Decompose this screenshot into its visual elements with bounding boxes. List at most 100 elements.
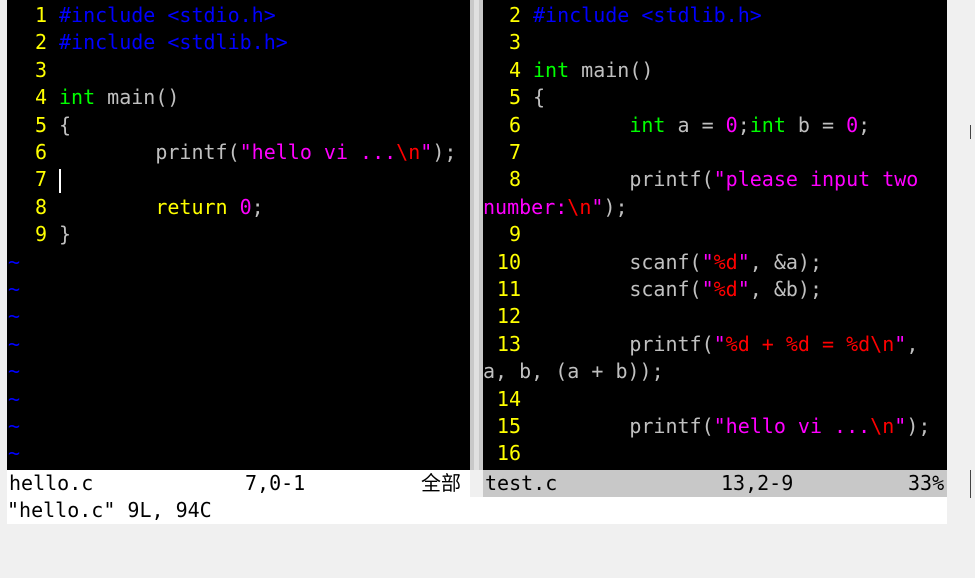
code-token: ; (858, 112, 871, 137)
code-token: ); (603, 194, 628, 219)
code-token: a, b, (a + b)); (483, 359, 664, 384)
code-line[interactable]: 2 #include <stdlib.h> (7, 29, 288, 56)
code-token: \n (567, 194, 592, 219)
code-line[interactable]: 12 (483, 303, 533, 330)
code-line[interactable]: 14 (483, 386, 533, 413)
code-line[interactable]: 15 printf("hello vi ...\n"); (483, 413, 931, 440)
code-token: { (533, 85, 546, 110)
code-line[interactable]: a, b, (a + b)); (483, 358, 664, 385)
code-token: " (591, 194, 604, 219)
command-line[interactable]: "hello.c" 9L, 94C (7, 497, 947, 524)
code-token: #include <stdlib.h> (533, 3, 762, 27)
code-token: number: (483, 194, 568, 219)
code-line[interactable]: 5{ (483, 84, 545, 111)
code-line[interactable]: number:\n"); (483, 194, 628, 221)
empty-line-tilde: ~ (8, 386, 21, 411)
empty-line-tilde: ~ (8, 277, 21, 301)
code-token: printf( (533, 167, 714, 192)
code-token: int (59, 85, 96, 110)
code-token: #include <stdlib.h> (59, 30, 288, 55)
code-line[interactable]: 9 (483, 221, 533, 248)
line-number: 4 (508, 57, 521, 82)
line-number: 16 (496, 441, 521, 466)
empty-line-tilde: ~ (8, 414, 21, 438)
code-token: " (737, 249, 750, 274)
code-token: #include <stdio.h> (59, 3, 276, 27)
code-token: return (155, 194, 228, 219)
code-token: printf( (533, 331, 714, 356)
code-line[interactable]: 13 printf("%d + %d = %d\n", (483, 331, 918, 358)
status-scroll-percent: 全部 (421, 471, 461, 495)
code-token: int (629, 112, 666, 137)
code-token: ); (432, 140, 457, 164)
empty-line-tilde: ~ (8, 359, 21, 384)
line-number: 5 (34, 112, 47, 137)
status-filename: hello.c (9, 471, 94, 495)
line-number: 6 (34, 140, 47, 164)
code-token: main() (569, 57, 654, 82)
empty-line-tilde: ~ (8, 304, 21, 329)
line-number: 13 (496, 331, 521, 356)
code-token: ; (251, 194, 264, 219)
code-token: int (749, 112, 786, 137)
editor-pane-test-c[interactable]: 2 #include <stdlib.h> 3 4 int main() 5{6 int … (483, 0, 947, 470)
line-number: 15 (496, 414, 521, 438)
code-token: } (59, 222, 72, 247)
code-line[interactable]: 2 #include <stdlib.h> (483, 2, 762, 29)
code-line[interactable]: 3 (483, 29, 533, 56)
code-line[interactable]: 1 #include <stdio.h> (7, 2, 276, 29)
code-token: int (533, 57, 570, 82)
code-line[interactable]: 8 printf("please input two (483, 166, 918, 193)
code-line[interactable]: 4 int main() (483, 57, 653, 84)
line-number: 4 (34, 85, 47, 110)
vertical-split-divider[interactable] (470, 0, 483, 470)
code-token: %d (713, 249, 738, 274)
code-token: " (701, 277, 714, 301)
code-line[interactable]: 7 (7, 166, 61, 193)
code-token: %d (713, 277, 738, 301)
line-number: 14 (496, 386, 521, 411)
status-line-hello-c: hello.c 7,0-1 全部 (7, 470, 470, 497)
code-line[interactable]: 16 (483, 440, 533, 467)
status-cursor-position: 13,2-9 (721, 471, 794, 495)
line-number: 12 (496, 304, 521, 329)
code-line[interactable]: 10 scanf("%d", &a); (483, 249, 822, 276)
line-number: 2 (34, 30, 47, 55)
editor-pane-hello-c[interactable]: 1 #include <stdio.h> 2 #include <stdlib.h> 3… (7, 0, 470, 470)
code-token: 0 (846, 112, 859, 137)
resize-grip-icon (970, 470, 975, 498)
line-number: 5 (508, 85, 521, 110)
code-line[interactable]: 5{ (7, 112, 71, 139)
code-line[interactable]: 9} (7, 221, 71, 248)
line-number: 10 (496, 249, 521, 274)
code-token: ; (737, 112, 750, 137)
code-token: ); (906, 414, 931, 438)
code-token: a = (665, 112, 726, 137)
code-line[interactable]: 4 int main() (7, 84, 179, 111)
code-token: 0 (725, 112, 738, 137)
code-line[interactable]: 11 scanf("%d", &b); (483, 276, 822, 303)
line-number: 7 (508, 140, 521, 164)
code-token: "hello vi ... (239, 140, 397, 164)
line-number: 8 (34, 194, 47, 219)
code-token: 0 (239, 194, 252, 219)
line-number: 3 (508, 30, 521, 55)
line-number: 6 (508, 112, 521, 137)
code-token: scanf( (533, 277, 702, 301)
code-token: { (59, 112, 72, 137)
code-token: main() (95, 85, 180, 110)
code-token: , &b); (749, 277, 823, 301)
code-line[interactable]: 8 return 0; (7, 194, 264, 221)
code-line[interactable]: 3 (7, 57, 59, 84)
line-number: 8 (508, 167, 521, 192)
code-token: %d + %d = %d (725, 331, 871, 356)
code-token: printf( (533, 414, 714, 438)
window-right-edge (947, 0, 975, 528)
status-line-test-c: test.c 13,2-9 33% (483, 470, 947, 497)
code-line[interactable]: 7 (483, 139, 533, 166)
line-number: 3 (34, 57, 47, 82)
line-number: 7 (34, 167, 47, 192)
code-line[interactable]: 6 int a = 0;int b = 0; (483, 112, 870, 139)
code-line[interactable]: 6 printf("hello vi ...\n"); (7, 139, 456, 166)
